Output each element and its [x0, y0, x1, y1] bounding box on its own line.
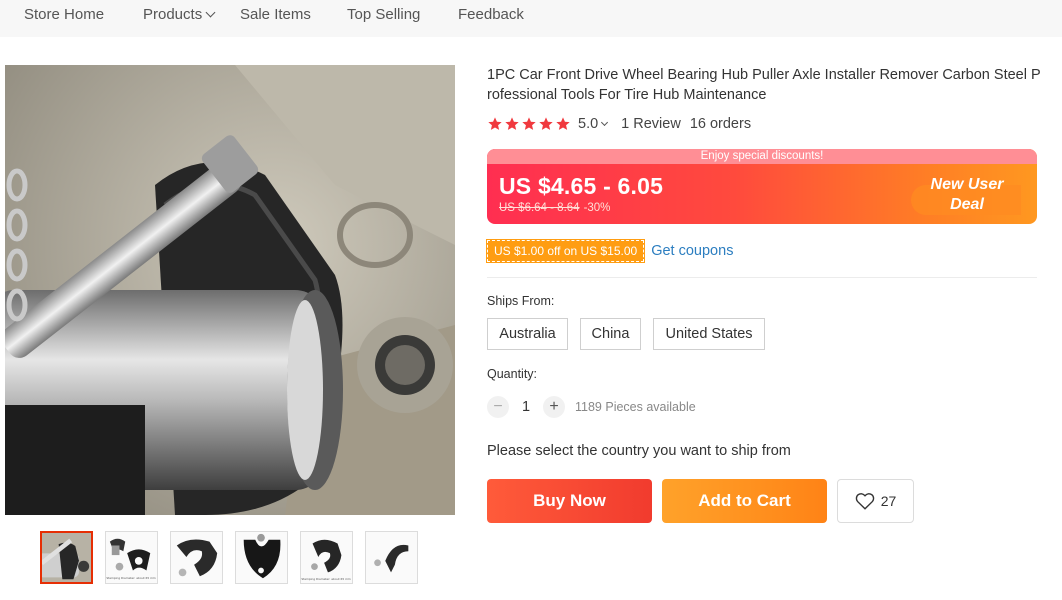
- price-banner: Enjoy special discounts! US $4.65 - 6.05…: [487, 149, 1037, 224]
- product-title: 1PC Car Front Drive Wheel Bearing Hub Pu…: [487, 67, 1041, 103]
- thumbnail-5[interactable]: Stamping Diameter: about 65 mm: [300, 531, 353, 584]
- thumbnail-2-caption: Stamping Diameter: about 65 mm: [106, 576, 156, 580]
- wishlist-count: 27: [880, 493, 897, 509]
- reviews-link[interactable]: 1 Review: [621, 116, 681, 132]
- ship-option-united-states[interactable]: United States: [653, 318, 765, 350]
- coupon-tag: US $1.00 off on US $15.00: [485, 239, 646, 263]
- pieces-available: 1189 Pieces available: [575, 400, 696, 414]
- quantity-input[interactable]: 1: [509, 399, 543, 415]
- thumbnail-1[interactable]: [40, 531, 93, 584]
- ships-from-label: Ships From:: [487, 294, 555, 308]
- main-product-image[interactable]: [5, 65, 455, 515]
- rating-value: 5.0: [578, 116, 599, 132]
- original-price: US $6.64 - 8.64: [499, 202, 580, 214]
- ship-country-message: Please select the country you want to sh…: [487, 443, 791, 459]
- rating-dropdown[interactable]: 5.0: [578, 116, 609, 132]
- star-icon: [556, 117, 570, 130]
- thumbnail-1-image: [42, 533, 91, 582]
- star-rating: [487, 116, 571, 132]
- deal-badge-text: New User Deal: [897, 175, 1037, 215]
- get-coupons-link[interactable]: Get coupons: [651, 243, 733, 259]
- star-icon: [522, 117, 536, 130]
- thumbnail-3[interactable]: [170, 531, 223, 584]
- thumbnail-6[interactable]: [365, 531, 418, 584]
- discount-strip: Enjoy special discounts!: [487, 149, 1037, 164]
- price-range: US $4.65 - 6.05: [499, 173, 664, 199]
- new-user-deal-badge: New User Deal: [897, 175, 1037, 223]
- thumbnail-6-image: [366, 532, 417, 583]
- buy-now-button[interactable]: Buy Now: [487, 479, 652, 523]
- deal-badge-line1: New User: [930, 176, 1004, 193]
- thumbnail-2-image: Stamping Diameter: about 65 mm: [106, 532, 157, 583]
- chevron-down-icon: [205, 7, 216, 18]
- thumbnail-5-caption: Stamping Diameter: about 65 mm: [301, 577, 351, 581]
- wishlist-button[interactable]: 27: [837, 479, 914, 523]
- deal-badge-line2: Deal: [950, 196, 984, 213]
- chevron-down-icon: [601, 118, 609, 127]
- thumbnail-3-image: [171, 532, 222, 583]
- divider: [487, 277, 1037, 278]
- nav-sale-items[interactable]: Sale Items: [240, 6, 311, 23]
- quantity-increase-button[interactable]: +: [543, 396, 565, 418]
- rating-row: 5.0 1 Review 16 orders: [487, 114, 751, 134]
- quantity-stepper: − 1 + 1189 Pieces available: [487, 395, 696, 419]
- store-nav-bar: Store Home Products Sale Items Top Selli…: [0, 0, 1062, 37]
- nav-products-label: Products: [143, 6, 203, 23]
- add-to-cart-button[interactable]: Add to Cart: [662, 479, 827, 523]
- nav-products[interactable]: Products: [143, 6, 216, 23]
- star-icon: [488, 117, 502, 130]
- star-icon: [539, 117, 553, 130]
- thumbnail-5-image: Stamping Diameter: about 65 mm: [301, 532, 352, 583]
- orders-count: 16 orders: [689, 116, 752, 132]
- original-price-row: US $6.64 - 8.64 -30%: [499, 202, 610, 214]
- hub-puller-photo: [5, 65, 455, 515]
- quantity-label: Quantity:: [487, 367, 538, 381]
- discount-percent: -30%: [583, 202, 611, 214]
- heart-icon: [855, 493, 874, 510]
- nav-store-home[interactable]: Store Home: [24, 6, 104, 23]
- nav-top-selling[interactable]: Top Selling: [347, 6, 420, 23]
- coupon-row: US $1.00 off on US $15.00 Get coupons: [485, 239, 733, 263]
- thumbnail-4-image: [236, 532, 287, 583]
- ship-option-australia[interactable]: Australia: [487, 318, 568, 350]
- nav-feedback[interactable]: Feedback: [458, 6, 524, 23]
- quantity-decrease-button[interactable]: −: [487, 396, 509, 418]
- thumbnail-2[interactable]: Stamping Diameter: about 65 mm: [105, 531, 158, 584]
- ship-option-china[interactable]: China: [580, 318, 641, 350]
- star-icon: [505, 117, 519, 130]
- thumbnail-4[interactable]: [235, 531, 288, 584]
